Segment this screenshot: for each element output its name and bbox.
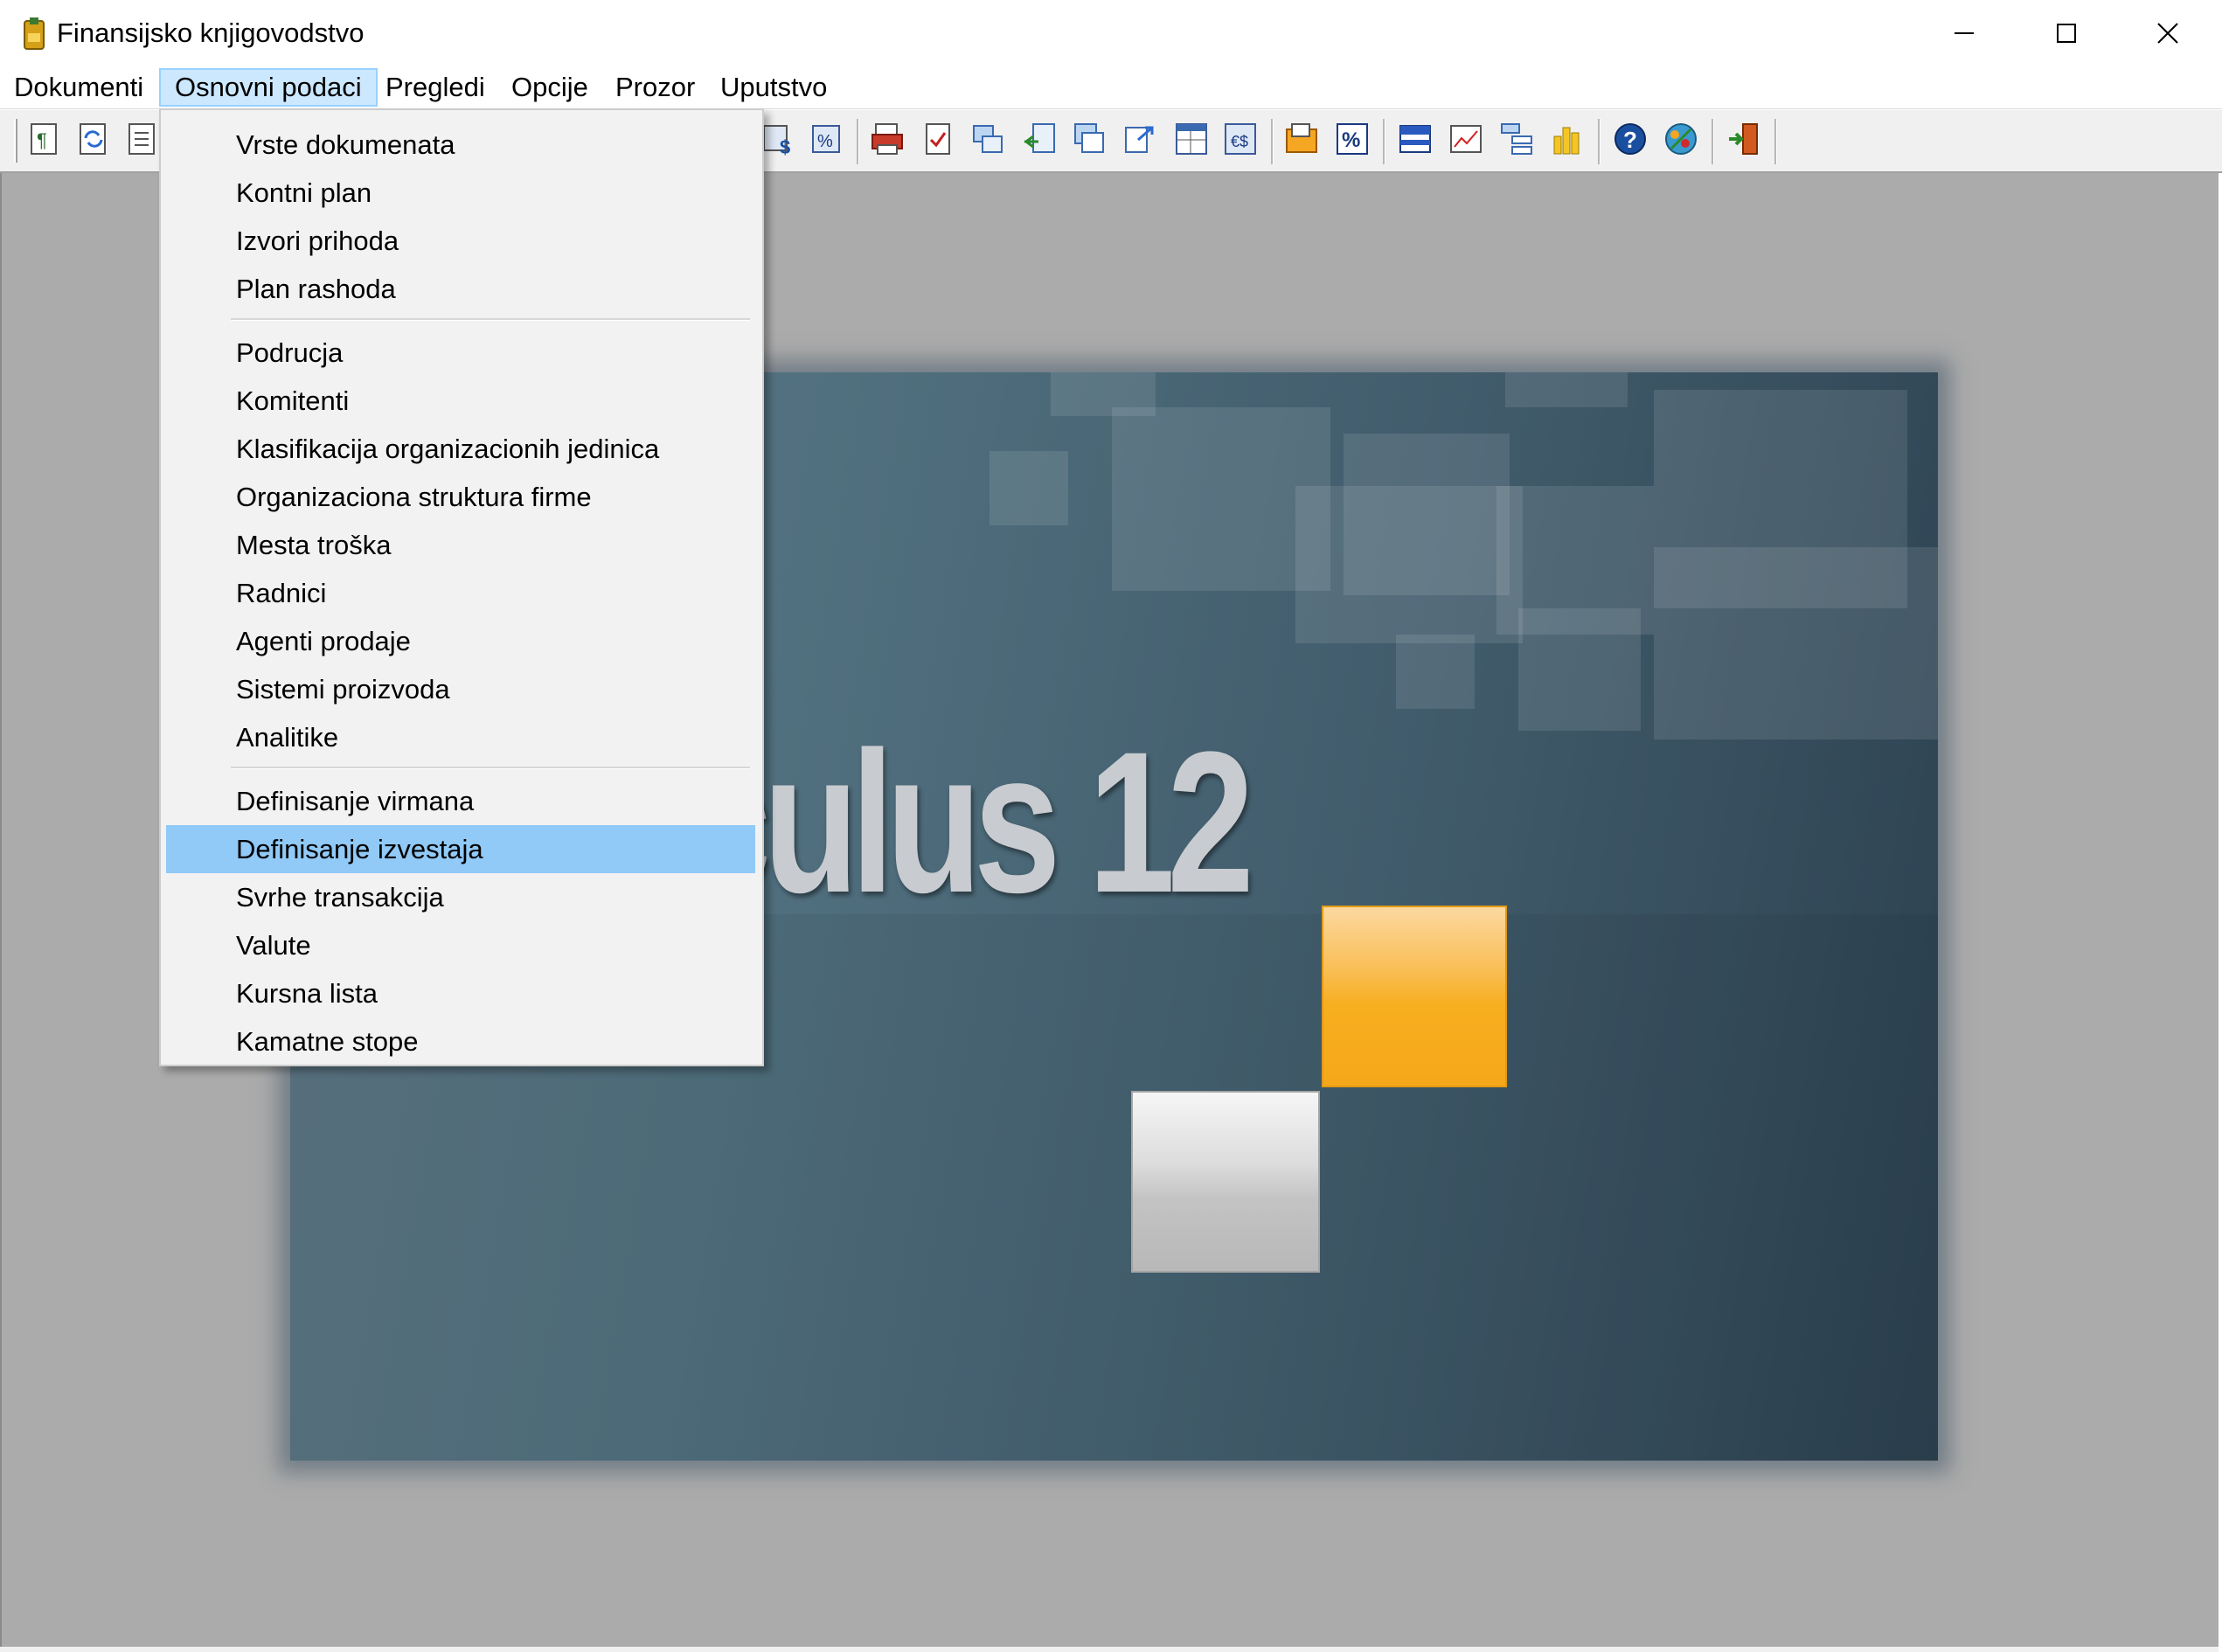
decorative-square	[1654, 547, 1938, 739]
menu-item-kursna-lista[interactable]: Kursna lista	[166, 969, 755, 1017]
currency-icon[interactable]: $	[760, 121, 797, 161]
palette-icon[interactable]	[1663, 121, 1699, 161]
decorative-square	[1518, 608, 1641, 731]
svg-text:%: %	[817, 132, 833, 151]
report-icon[interactable]: ¶	[26, 121, 63, 161]
orange-square	[1322, 906, 1507, 1087]
gray-square	[1131, 1091, 1320, 1273]
decorative-square	[989, 451, 1068, 525]
toolbar-grip[interactable]	[14, 119, 17, 163]
copy-window-icon[interactable]	[1072, 121, 1108, 161]
menu-item-valute[interactable]: Valute	[166, 921, 755, 969]
menu-prozor[interactable]: Prozor	[601, 68, 709, 107]
refresh-icon[interactable]	[75, 121, 112, 161]
menu-bar: Dokumenti Osnovni podaci Pregledi Opcije…	[0, 66, 2222, 109]
menu-item-definisanje-izvestaja[interactable]: Definisanje izvestaja	[166, 825, 755, 873]
windows-icon[interactable]	[970, 121, 1007, 161]
app-icon	[21, 16, 47, 51]
menu-separator	[231, 318, 750, 321]
grid-icon[interactable]	[1397, 121, 1434, 161]
menu-item-agenti-prodaje[interactable]: Agenti prodaje	[166, 617, 755, 665]
menu-item-analitike[interactable]: Analitike	[166, 713, 755, 761]
exchange-icon[interactable]: €$	[1222, 121, 1259, 161]
percent-icon[interactable]: %	[1334, 121, 1371, 161]
title-bar: Finansijsko knjigovodstvo	[0, 0, 2222, 66]
svg-text:$: $	[780, 136, 790, 157]
percent-grid-icon[interactable]: %	[808, 121, 844, 161]
menu-pregledi[interactable]: Pregledi	[371, 68, 499, 107]
menu-item-komitenti[interactable]: Komitenti	[166, 377, 755, 425]
status-bar	[0, 1647, 2219, 1652]
exit-icon[interactable]	[1726, 121, 1762, 161]
list-icon[interactable]	[124, 121, 161, 161]
menu-dokumenti[interactable]: Dokumenti	[0, 68, 157, 107]
menu-opcije[interactable]: Opcije	[497, 68, 602, 107]
toolbar-separator	[857, 119, 859, 164]
bar-chart-icon[interactable]	[1549, 121, 1586, 161]
menu-osnovni-podaci[interactable]: Osnovni podaci	[159, 68, 378, 107]
menu-item-sistemi-proizvoda[interactable]: Sistemi proizvoda	[166, 665, 755, 713]
menu-uputstvo[interactable]: Uputstvo	[706, 68, 841, 107]
toolbar-separator	[1271, 119, 1274, 164]
table-icon[interactable]	[1173, 121, 1210, 161]
import-icon[interactable]	[1021, 121, 1058, 161]
tree-icon[interactable]	[1498, 121, 1535, 161]
close-button[interactable]	[2117, 0, 2219, 66]
toolbar-separator	[1383, 119, 1385, 164]
svg-text:?: ?	[1623, 127, 1637, 153]
toolbar-separator	[1774, 119, 1777, 164]
menu-item-definisanje-virmana[interactable]: Definisanje virmana	[166, 777, 755, 825]
svg-text:€$: €$	[1231, 133, 1248, 150]
toolbar-separator	[1712, 119, 1714, 164]
decorative-square	[1505, 372, 1628, 407]
help-icon[interactable]: ?	[1612, 121, 1649, 161]
menu-item-radnici[interactable]: Radnici	[166, 569, 755, 617]
osnovni-podaci-dropdown: Vrste dokumenata Kontni plan Izvori prihod…	[159, 108, 764, 1066]
minimize-button[interactable]	[1914, 0, 2016, 66]
line-chart-icon[interactable]	[1448, 121, 1484, 161]
menu-item-vrste-dokumenata[interactable]: Vrste dokumenata	[166, 121, 755, 169]
menu-item-svrhe-transakcija[interactable]: Svrhe transakcija	[166, 873, 755, 921]
decorative-square	[1396, 635, 1475, 709]
menu-item-klasifikacija-organizacionih-jedinica[interactable]: Klasifikacija organizacionih jedinica	[166, 425, 755, 473]
menu-item-mesta-troska[interactable]: Mesta troška	[166, 521, 755, 569]
menu-item-kontni-plan[interactable]: Kontni plan	[166, 169, 755, 217]
menu-item-organizaciona-struktura-firme[interactable]: Organizaciona struktura firme	[166, 473, 755, 521]
print-icon[interactable]	[869, 121, 906, 161]
svg-text:%: %	[1342, 128, 1360, 152]
maximize-button[interactable]	[2016, 0, 2117, 66]
folder-chart-icon[interactable]	[1283, 121, 1320, 161]
window-title: Finansijsko knjigovodstvo	[57, 17, 365, 48]
menu-item-plan-rashoda[interactable]: Plan rashoda	[166, 265, 755, 313]
toolbar-separator	[1598, 119, 1601, 164]
decorative-square	[1295, 486, 1523, 643]
menu-item-podrucja[interactable]: Podrucja	[166, 329, 755, 377]
svg-text:¶: ¶	[37, 129, 47, 151]
menu-item-izvori-prihoda[interactable]: Izvori prihoda	[166, 217, 755, 265]
export-icon[interactable]	[1122, 121, 1159, 161]
check-document-icon[interactable]	[920, 121, 956, 161]
menu-separator	[231, 767, 750, 769]
menu-item-kamatne-stope[interactable]: Kamatne stope	[166, 1017, 755, 1065]
